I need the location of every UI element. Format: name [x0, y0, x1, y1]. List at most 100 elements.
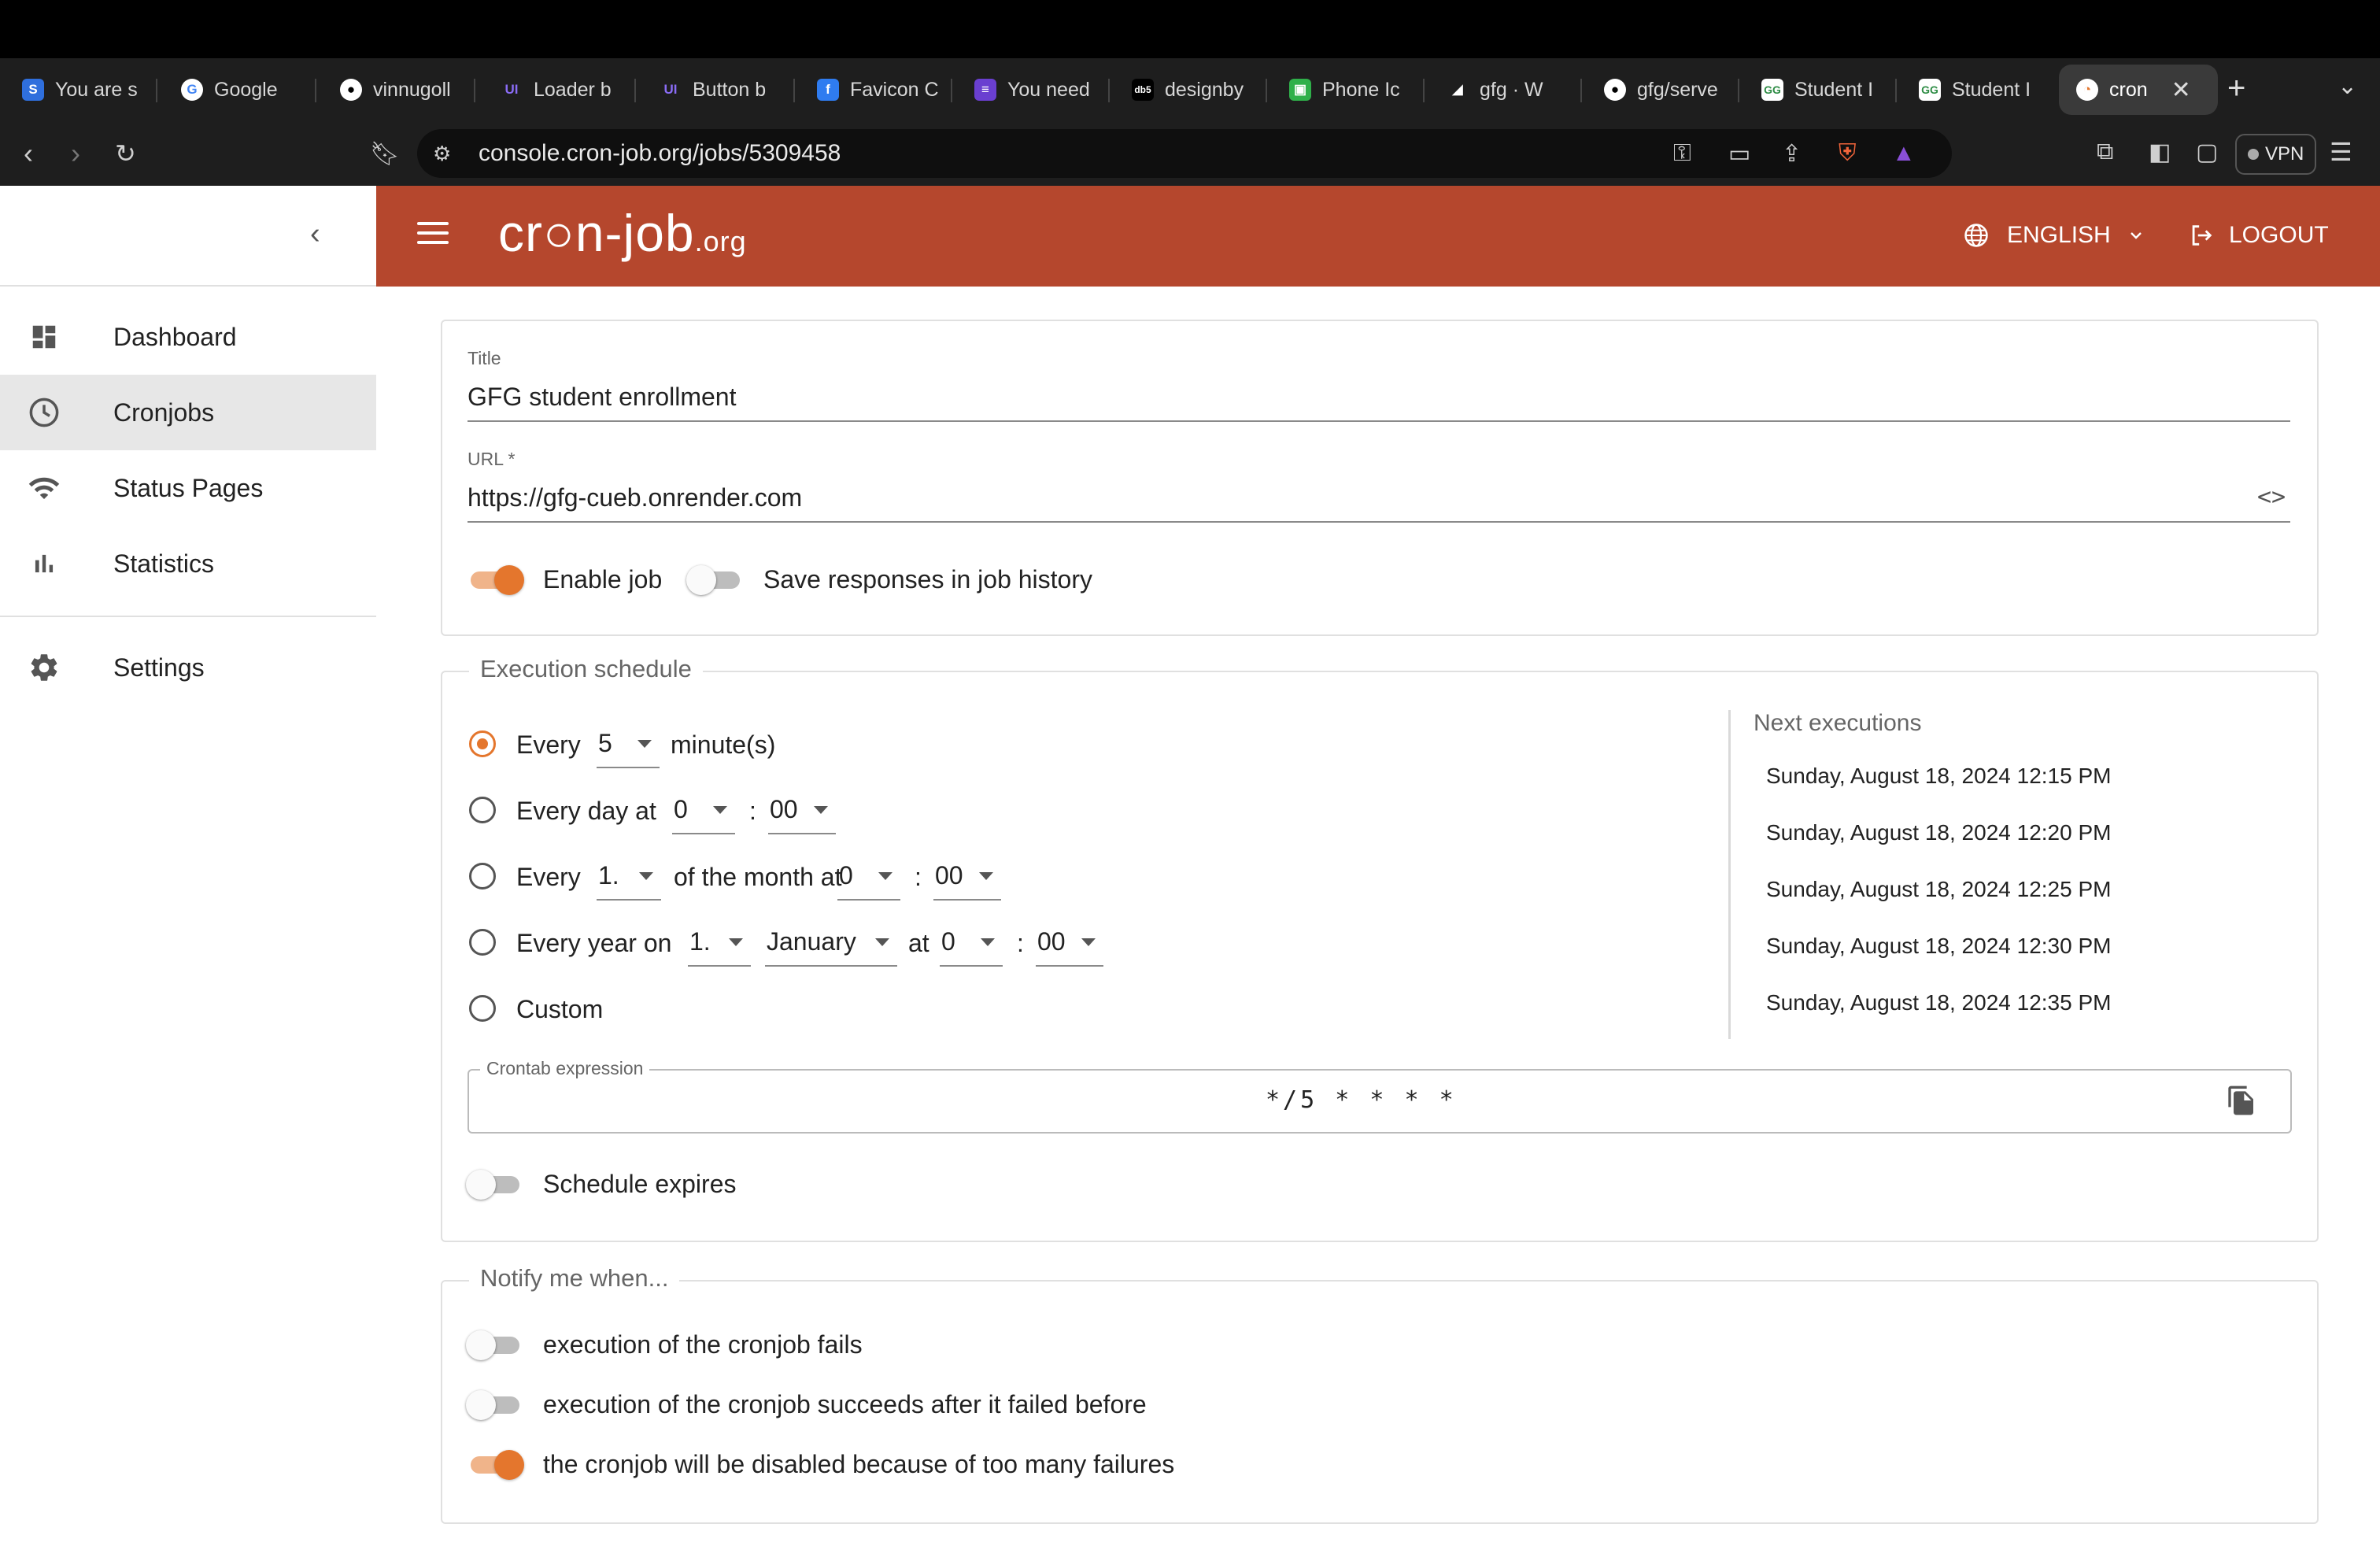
browser-tab[interactable]: ● vinnugoll — [340, 65, 475, 115]
tab-list-chevron-icon[interactable]: ⌄ — [2338, 72, 2357, 100]
notify-failure-toggle[interactable] — [466, 1329, 524, 1360]
year-day-select[interactable]: 1. — [688, 924, 751, 967]
favicon-favicon-icon: f — [817, 79, 839, 101]
time-colon: : — [1017, 929, 1024, 957]
browser-tab[interactable]: UI Button b — [660, 65, 795, 115]
notify-card: Notify me when... execution of the cronj… — [441, 1264, 2319, 1524]
sidebar-divider — [0, 285, 376, 287]
month-minute-select[interactable]: 00 — [933, 858, 1001, 901]
browser-tab[interactable]: S You are s — [22, 65, 157, 115]
brave-shield-icon[interactable]: ⛨ — [1839, 140, 1857, 167]
sidebar-item-status-pages[interactable]: Status Pages — [0, 450, 376, 526]
url-input[interactable]: https://gfg-cueb.onrender.com — [468, 483, 802, 512]
browser-tab[interactable]: ◢ gfg · W — [1447, 65, 1582, 115]
browser-tab[interactable]: ▣ Phone Ic — [1289, 65, 1425, 115]
cast-icon[interactable]: ▭ — [1728, 140, 1750, 168]
site-settings-icon[interactable]: ⚙ — [433, 142, 451, 166]
next-executions-heading: Next executions — [1754, 710, 1922, 736]
vpn-button[interactable]: VPN — [2235, 134, 2317, 175]
notify-disabled-label: the cronjob will be disabled because of … — [543, 1450, 1175, 1478]
reload-icon[interactable]: ↻ — [115, 139, 136, 168]
browser-tab[interactable]: UI Loader b — [501, 65, 636, 115]
vpn-status-dot — [2248, 149, 2259, 160]
minutes-interval-select[interactable]: 5 — [597, 726, 660, 768]
close-tab-icon[interactable]: ✕ — [2171, 76, 2191, 104]
save-responses-label: Save responses in job history — [763, 565, 1092, 594]
globe-icon — [1964, 224, 1988, 247]
browser-tab[interactable]: GG Student I — [1761, 65, 1897, 115]
menu-icon[interactable] — [417, 222, 449, 250]
job-general-card: Title GFG student enrollment URL * https… — [441, 320, 2319, 636]
save-responses-toggle[interactable] — [686, 564, 745, 595]
chevron-down-icon — [2130, 232, 2142, 239]
sidebar-item-cronjobs[interactable]: Cronjobs — [0, 375, 376, 450]
schedule-custom-radio[interactable] — [469, 995, 496, 1022]
sidebar-item-settings[interactable]: Settings — [0, 630, 376, 705]
schedule-every-month-radio[interactable] — [469, 863, 496, 890]
year-hour-select[interactable]: 0 — [940, 924, 1003, 967]
browser-tab[interactable]: ● gfg/serve — [1604, 65, 1739, 115]
month-day-select[interactable]: 1. — [597, 858, 661, 901]
schedule-expires-label: Schedule expires — [543, 1170, 737, 1198]
notify-recovery-toggle[interactable] — [466, 1389, 524, 1420]
wallet-icon[interactable]: ▢ — [2196, 139, 2218, 166]
bookmark-icon[interactable]: 🔖︎ — [370, 140, 400, 168]
address-bar[interactable]: ⚙ console.cron-job.org/jobs/5309458 ⚿ ▭ … — [417, 129, 1952, 178]
browser-menu-icon[interactable]: ☰ — [2330, 137, 2352, 167]
year-minute-select[interactable]: 00 — [1036, 924, 1103, 967]
schedule-every-day-radio[interactable] — [469, 797, 496, 823]
every-day-label: Every day at — [516, 797, 656, 825]
schedule-every-minutes-radio[interactable] — [469, 730, 496, 757]
browser-tab-active[interactable]: ◔ cron ✕ — [2059, 65, 2218, 115]
back-icon[interactable]: ‹ — [24, 137, 33, 170]
notify-disabled-toggle[interactable] — [466, 1448, 524, 1480]
browser-tab[interactable]: db5 designby — [1132, 65, 1267, 115]
schedule-expires-toggle[interactable] — [466, 1168, 524, 1200]
extensions-icon[interactable]: ⧉ — [2097, 139, 2113, 165]
s-favicon-icon: S — [22, 79, 44, 101]
sidebar-toggle-icon[interactable]: ◧ — [2149, 139, 2171, 166]
caret-down-icon — [875, 938, 889, 946]
sidebar-item-dashboard[interactable]: Dashboard — [0, 299, 376, 375]
next-execution-item: Sunday, August 18, 2024 12:15 PM — [1766, 764, 2112, 788]
browser-tab[interactable]: ≡ You need — [974, 65, 1110, 115]
forward-icon[interactable]: › — [71, 137, 80, 170]
rewards-icon[interactable]: ▲ — [1892, 140, 1916, 167]
code-icon[interactable]: <> — [2257, 483, 2286, 511]
clock-icon — [27, 395, 61, 430]
month-hour-select[interactable]: 0 — [837, 858, 900, 901]
at-label: at — [908, 929, 929, 957]
new-tab-button[interactable]: + — [2227, 71, 2245, 106]
schedule-every-year-radio[interactable] — [469, 929, 496, 956]
title-underline — [468, 420, 2290, 422]
browser-tab[interactable]: f Favicon C — [817, 65, 952, 115]
sidebar-item-statistics[interactable]: Statistics — [0, 526, 376, 601]
url-label: URL * — [468, 449, 516, 469]
render-favicon-icon: ◢ — [1452, 82, 1463, 97]
cron-job-logo[interactable]: cr○n-job.org — [498, 203, 747, 263]
caret-down-icon — [639, 872, 653, 880]
caret-down-icon — [638, 740, 652, 748]
day-minute-select[interactable]: 00 — [768, 792, 836, 834]
day-hour-select[interactable]: 0 — [672, 792, 735, 834]
collapse-sidebar-chevron-icon[interactable]: ‹ — [310, 217, 320, 251]
year-month-select[interactable]: January — [765, 924, 897, 967]
share-icon[interactable]: ⇪ — [1782, 140, 1802, 168]
minutes-label: minute(s) — [671, 730, 776, 759]
enable-job-label: Enable job — [543, 565, 663, 594]
github-favicon-icon: ● — [340, 79, 362, 101]
browser-tab[interactable]: GG Student I — [1919, 65, 2054, 115]
language-selector[interactable]: ENGLISH — [1963, 222, 2145, 249]
copy-icon[interactable] — [2226, 1083, 2257, 1118]
caret-down-icon — [814, 806, 828, 814]
title-input[interactable]: GFG student enrollment — [468, 383, 736, 412]
gfg-favicon-icon: GG — [1761, 79, 1783, 101]
browser-tab[interactable]: G Google — [181, 65, 316, 115]
crontab-expression-field[interactable]: Crontab expression */5 * * * * — [468, 1058, 2292, 1134]
logout-button[interactable]: LOGOUT — [2188, 222, 2329, 249]
url-text[interactable]: console.cron-job.org/jobs/5309458 — [479, 140, 841, 167]
key-icon[interactable]: ⚿ — [1673, 140, 1691, 167]
enable-job-toggle[interactable] — [466, 564, 524, 595]
bar-chart-icon — [27, 546, 61, 581]
of-month-label: of the month at — [674, 863, 842, 891]
